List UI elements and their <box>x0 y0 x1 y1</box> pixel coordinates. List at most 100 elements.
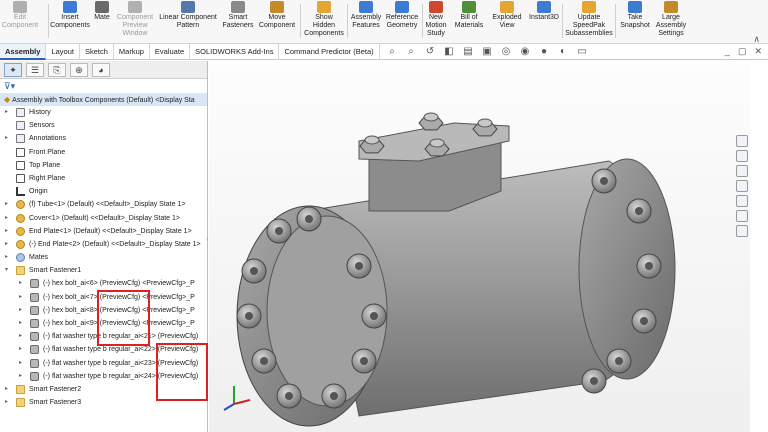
bolt-thread-end <box>429 138 445 148</box>
view-orientation-icon[interactable]: ▣ <box>481 46 493 58</box>
expand-arrow-icon[interactable]: ▸ <box>19 277 25 290</box>
tab-sketch[interactable]: Sketch <box>80 44 114 60</box>
expand-arrow-icon[interactable]: ▸ <box>19 343 25 356</box>
expand-arrow-icon[interactable]: ▸ <box>19 357 25 370</box>
forum-icon[interactable] <box>736 225 748 237</box>
previous-view-icon[interactable]: ↺ <box>424 46 436 58</box>
tree-item[interactable]: Sensors <box>0 119 207 132</box>
expand-arrow-icon[interactable]: ▸ <box>5 212 11 225</box>
bolt-socket <box>645 262 653 270</box>
window-controls: _ ▢ ✕ <box>725 46 762 57</box>
tab-markup[interactable]: Markup <box>114 44 150 60</box>
ribbon-button-instant3d[interactable]: Instant3D <box>527 0 561 44</box>
expand-arrow-icon[interactable]: ▸ <box>5 383 11 396</box>
tab-assembly[interactable]: Assembly <box>0 44 47 60</box>
panel-splitter-handle[interactable]: ‹ <box>206 236 208 243</box>
ribbon-button-assembly-features[interactable]: Assembly Features <box>349 0 383 44</box>
ribbon-separator <box>615 4 616 38</box>
tree-item[interactable]: ▸ Cover<1> (Default) <<Default>_Display S… <box>0 212 207 225</box>
ribbon-button-move-component[interactable]: Move Component <box>258 0 296 44</box>
expand-arrow-icon[interactable]: ▸ <box>19 291 25 304</box>
ribbon-button-edit-component[interactable]: Edit Component <box>2 0 38 44</box>
design-library-icon[interactable] <box>736 150 748 162</box>
expand-arrow-icon[interactable]: ▾ <box>5 264 11 277</box>
tree-item[interactable]: ▸ Annotations <box>0 132 207 145</box>
expand-arrow-icon[interactable]: ▸ <box>19 304 25 317</box>
bolt-socket <box>640 317 648 325</box>
ribbon-button-smart-fasteners[interactable]: Smart Fasteners <box>221 0 255 44</box>
ribbon-button-update-speedpak-subassemblies[interactable]: Update SpeedPak Subassemblies <box>565 0 613 44</box>
expand-arrow-icon[interactable]: ▸ <box>5 396 11 409</box>
bolt-socket <box>245 312 253 320</box>
expand-arrow-icon[interactable]: ▸ <box>5 106 11 119</box>
tree-item[interactable]: ▸ History <box>0 106 207 119</box>
ribbon-button-new-motion-study[interactable]: New Motion Study <box>424 0 448 44</box>
hide-show-items-icon[interactable]: ◉ <box>519 46 531 58</box>
custom-properties-icon[interactable] <box>736 210 748 222</box>
tree-item[interactable]: Top Plane <box>0 159 207 172</box>
tree-item[interactable]: ▸ (-) End Plate<2> (Default) <<Default>_D… <box>0 238 207 251</box>
bolt-socket <box>360 357 368 365</box>
tree-item[interactable]: ▸ (f) Tube<1> (Default) <<Default>_Displa… <box>0 198 207 211</box>
expand-arrow-icon[interactable]: ▸ <box>5 251 11 264</box>
view-settings-icon[interactable]: ▭ <box>576 46 588 58</box>
display-manager-tab[interactable]: ◕ <box>92 62 110 77</box>
expand-arrow-icon[interactable]: ▸ <box>19 330 25 343</box>
section-view-icon[interactable]: ◧ <box>443 46 455 58</box>
close-icon[interactable]: ✕ <box>754 46 762 57</box>
appearances-icon[interactable] <box>736 195 748 207</box>
bolt-socket <box>615 357 623 365</box>
tree-item[interactable]: ▸ (-) hex bolt_ai<6> (PreviewCfg) <Previe… <box>0 277 207 290</box>
property-manager-tab[interactable]: ☰ <box>26 62 44 77</box>
tab-layout[interactable]: Layout <box>46 44 80 60</box>
ribbon-button-billof-materials[interactable]: Bill of Materials <box>452 0 486 44</box>
view-palette-icon[interactable] <box>736 180 748 192</box>
ribbon-button-component-preview-window[interactable]: Component Preview Window <box>116 0 154 44</box>
tree-item[interactable]: Origin <box>0 185 207 198</box>
part-icon <box>16 213 25 223</box>
expand-arrow-icon[interactable]: ▸ <box>19 370 25 383</box>
restore-icon[interactable]: ▢ <box>738 46 747 57</box>
ribbon-button-large-assembly-settings[interactable]: Large Assembly Settings <box>654 0 688 44</box>
folder-icon <box>16 398 25 408</box>
zoom-area-icon[interactable]: ⌕ <box>405 46 417 58</box>
configuration-manager-tab[interactable]: ⎘ <box>48 62 66 77</box>
dimxpert-manager-tab[interactable]: ⊕ <box>70 62 88 77</box>
expand-arrow-icon[interactable]: ▸ <box>19 317 25 330</box>
tree-item[interactable]: ▾ Smart Fastener1 <box>0 264 207 277</box>
expand-arrow-icon[interactable]: ▸ <box>5 198 11 211</box>
ribbon-button-reference-geometry[interactable]: Reference Geometry <box>384 0 420 44</box>
apply-scene-icon[interactable]: ◐ <box>557 46 569 58</box>
zoom-to-fit-icon[interactable]: ⌕ <box>386 46 398 58</box>
ribbon-button-show-hidden-components[interactable]: Show Hidden Components <box>303 0 345 44</box>
ribbon-button-exploded-view[interactable]: Exploded View <box>491 0 523 44</box>
solidworks-resources-icon[interactable] <box>736 135 748 147</box>
expand-arrow-icon[interactable]: ▸ <box>5 132 11 145</box>
dynamic-annotation-icon[interactable]: ▤ <box>462 46 474 58</box>
tab-solidworks-add-ins[interactable]: SOLIDWORKS Add-Ins <box>190 44 280 60</box>
ribbon-button-mate[interactable]: Mate <box>92 0 112 44</box>
tree-item[interactable]: ▸ Mates <box>0 251 207 264</box>
tree-item[interactable]: ▸ End Plate<1> (Default) <<Default>_Displ… <box>0 225 207 238</box>
ribbon-button-insert-components[interactable]: Insert Components <box>50 0 90 44</box>
display-style-icon[interactable]: ◎ <box>500 46 512 58</box>
edit-appearance-icon[interactable]: ● <box>538 46 550 58</box>
feature-manager-tab[interactable]: ✦ <box>4 62 22 77</box>
tree-item-label: Sensors <box>29 122 55 130</box>
ribbon-button-take-snapshot[interactable]: Take Snapshot <box>618 0 652 44</box>
ribbon-button-linearcomponent-pattern[interactable]: Linear Component Pattern <box>158 0 218 44</box>
tree-item[interactable]: Front Plane <box>0 146 207 159</box>
minimize-icon[interactable]: _ <box>725 46 730 57</box>
ribbon-button-label: Smart Fasteners <box>222 14 254 29</box>
expand-arrow-icon[interactable]: ▸ <box>5 225 11 238</box>
tab-command-predictor-beta-[interactable]: Command Predictor (Beta) <box>279 44 380 60</box>
ribbon-button-icon <box>95 1 109 13</box>
tree-root-assembly[interactable]: ◆ Assembly with Toolbox Components (Defau… <box>0 93 207 106</box>
tree-item[interactable]: Right Plane <box>0 172 207 185</box>
bolt-socket <box>590 377 598 385</box>
filter-icon[interactable]: ⊽▾ <box>0 79 207 93</box>
tab-evaluate[interactable]: Evaluate <box>150 44 191 60</box>
graphics-area[interactable] <box>209 61 750 432</box>
expand-arrow-icon[interactable]: ▸ <box>5 238 11 251</box>
file-explorer-icon[interactable] <box>736 165 748 177</box>
